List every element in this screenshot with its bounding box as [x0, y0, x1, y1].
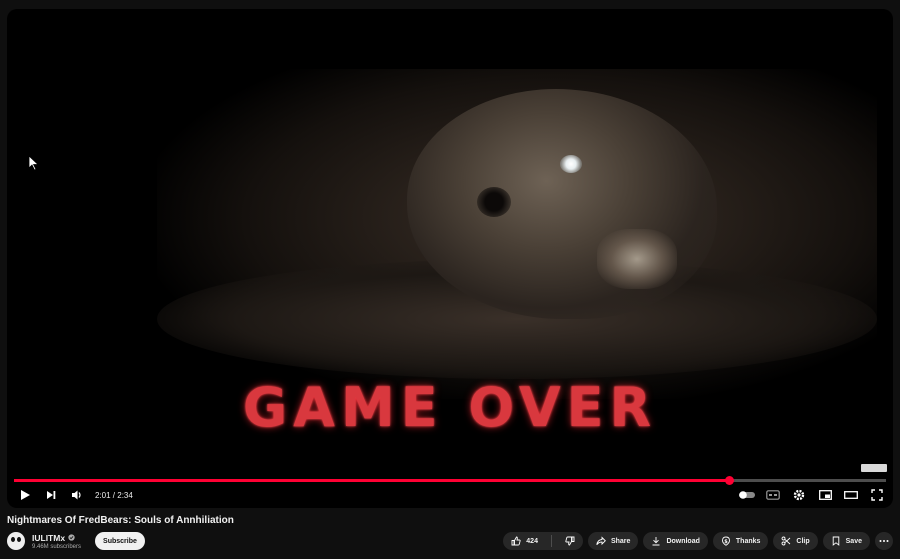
thanks-icon: $: [721, 536, 730, 546]
download-label: Download: [666, 537, 700, 545]
captions-button[interactable]: [761, 483, 785, 507]
share-button[interactable]: Share: [587, 532, 639, 550]
fullscreen-icon: [871, 489, 883, 501]
video-title: Nightmares Of FredBears: Souls of Annhil…: [7, 515, 234, 526]
zombie-teeth: [597, 229, 677, 289]
more-actions-button[interactable]: [875, 532, 893, 550]
more-icon: [879, 540, 889, 542]
like-icon: [511, 536, 521, 546]
dislike-icon: [565, 536, 575, 546]
time-display: 2:01 / 2:34: [95, 490, 133, 500]
subscriber-count: 9.46M subscribers: [32, 543, 82, 550]
channel-avatar[interactable]: [7, 532, 25, 550]
like-button[interactable]: 424: [503, 532, 546, 550]
like-dislike-group: 424: [503, 532, 583, 550]
channel-name[interactable]: IULITMx: [32, 533, 65, 543]
miniplayer-button[interactable]: [813, 483, 837, 507]
channel-watermark[interactable]: [861, 464, 887, 472]
video-frame[interactable]: GAME OVER: [7, 9, 893, 508]
volume-icon: [72, 490, 81, 500]
fullscreen-button[interactable]: [865, 483, 889, 507]
zombie-eye-socket: [477, 187, 511, 217]
video-player[interactable]: GAME OVER 2:01 / 2:34: [7, 9, 893, 508]
theater-button[interactable]: [839, 483, 863, 507]
clip-label: Clip: [796, 537, 810, 545]
verified-icon: [68, 534, 75, 541]
subscribe-button[interactable]: Subscribe: [95, 532, 145, 550]
next-icon: [47, 491, 56, 499]
autoplay-toggle[interactable]: [735, 483, 759, 507]
volume-button[interactable]: [65, 483, 89, 507]
clip-button[interactable]: Clip: [773, 532, 818, 550]
clip-icon: [781, 536, 791, 546]
like-count: 424: [526, 537, 538, 545]
save-label: Save: [845, 537, 862, 545]
like-divider: [550, 535, 552, 547]
download-icon: [652, 537, 660, 546]
zombie-glowing-eye: [560, 155, 582, 173]
play-button[interactable]: [13, 483, 37, 507]
player-controls: 2:01 / 2:34: [7, 482, 893, 508]
channel-name-row[interactable]: IULITMx: [32, 533, 81, 543]
svg-text:$: $: [724, 539, 728, 545]
next-button[interactable]: [39, 483, 63, 507]
theater-icon: [844, 491, 858, 499]
share-icon: [596, 536, 606, 546]
thanks-label: Thanks: [735, 537, 761, 545]
save-button[interactable]: Save: [822, 532, 870, 550]
download-button[interactable]: Download: [643, 532, 708, 550]
action-bar: 424 Share Download $ Thanks Clip Save: [503, 532, 893, 550]
thanks-button[interactable]: $ Thanks: [712, 532, 769, 550]
autoplay-toggle-icon: [739, 491, 755, 499]
settings-button[interactable]: [787, 483, 811, 507]
share-label: Share: [610, 537, 631, 545]
mouse-cursor-icon: [28, 155, 40, 171]
save-icon: [832, 536, 839, 546]
channel-info: IULITMx 9.46M subscribers Subscribe: [7, 531, 145, 551]
dislike-button[interactable]: [557, 532, 583, 550]
play-icon: [21, 490, 30, 500]
captions-icon: [766, 490, 780, 500]
game-over-text: GAME OVER: [242, 376, 658, 439]
miniplayer-icon: [818, 490, 832, 500]
settings-icon: [793, 489, 805, 501]
